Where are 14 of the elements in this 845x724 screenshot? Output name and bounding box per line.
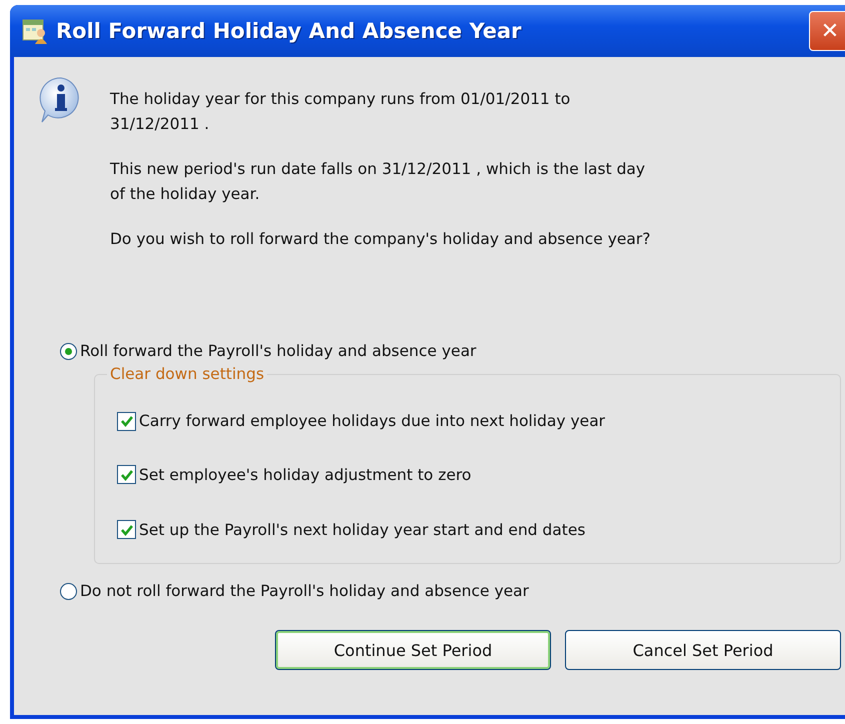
radio-option[interactable]: Do not roll forward the Payroll's holiday and absence year bbox=[60, 582, 529, 600]
checkbox-option[interactable]: Set up the Payroll's next holiday year start and end dates bbox=[117, 502, 586, 557]
message-text: The holiday year for this company runs from 01/01/2011 to 31/12/2011 . bbox=[110, 89, 572, 135]
calendar-person-icon bbox=[22, 18, 48, 44]
group-title: Clear down settings bbox=[107, 365, 268, 383]
checkbox-option[interactable]: Set employee's holiday adjustment to zero bbox=[117, 447, 472, 502]
radio-option[interactable]: Roll forward the Payroll's holiday and absence year bbox=[60, 342, 476, 360]
dialog-button[interactable]: Cancel Set Period bbox=[565, 630, 841, 670]
close-button[interactable]: ✕ bbox=[809, 11, 845, 51]
window-title: Roll Forward Holiday And Absence Year bbox=[56, 19, 522, 43]
message-text: This new period's run date falls on 31/12/2011 , which is the last day of the holiday year. bbox=[110, 159, 646, 205]
checkbox-option[interactable]: Carry forward employee holidays due into next holiday year bbox=[117, 395, 606, 447]
message-text: Do you wish to roll forward the company's holiday and absence year? bbox=[110, 229, 651, 250]
dialog-button[interactable]: Continue Set Period bbox=[275, 630, 551, 670]
